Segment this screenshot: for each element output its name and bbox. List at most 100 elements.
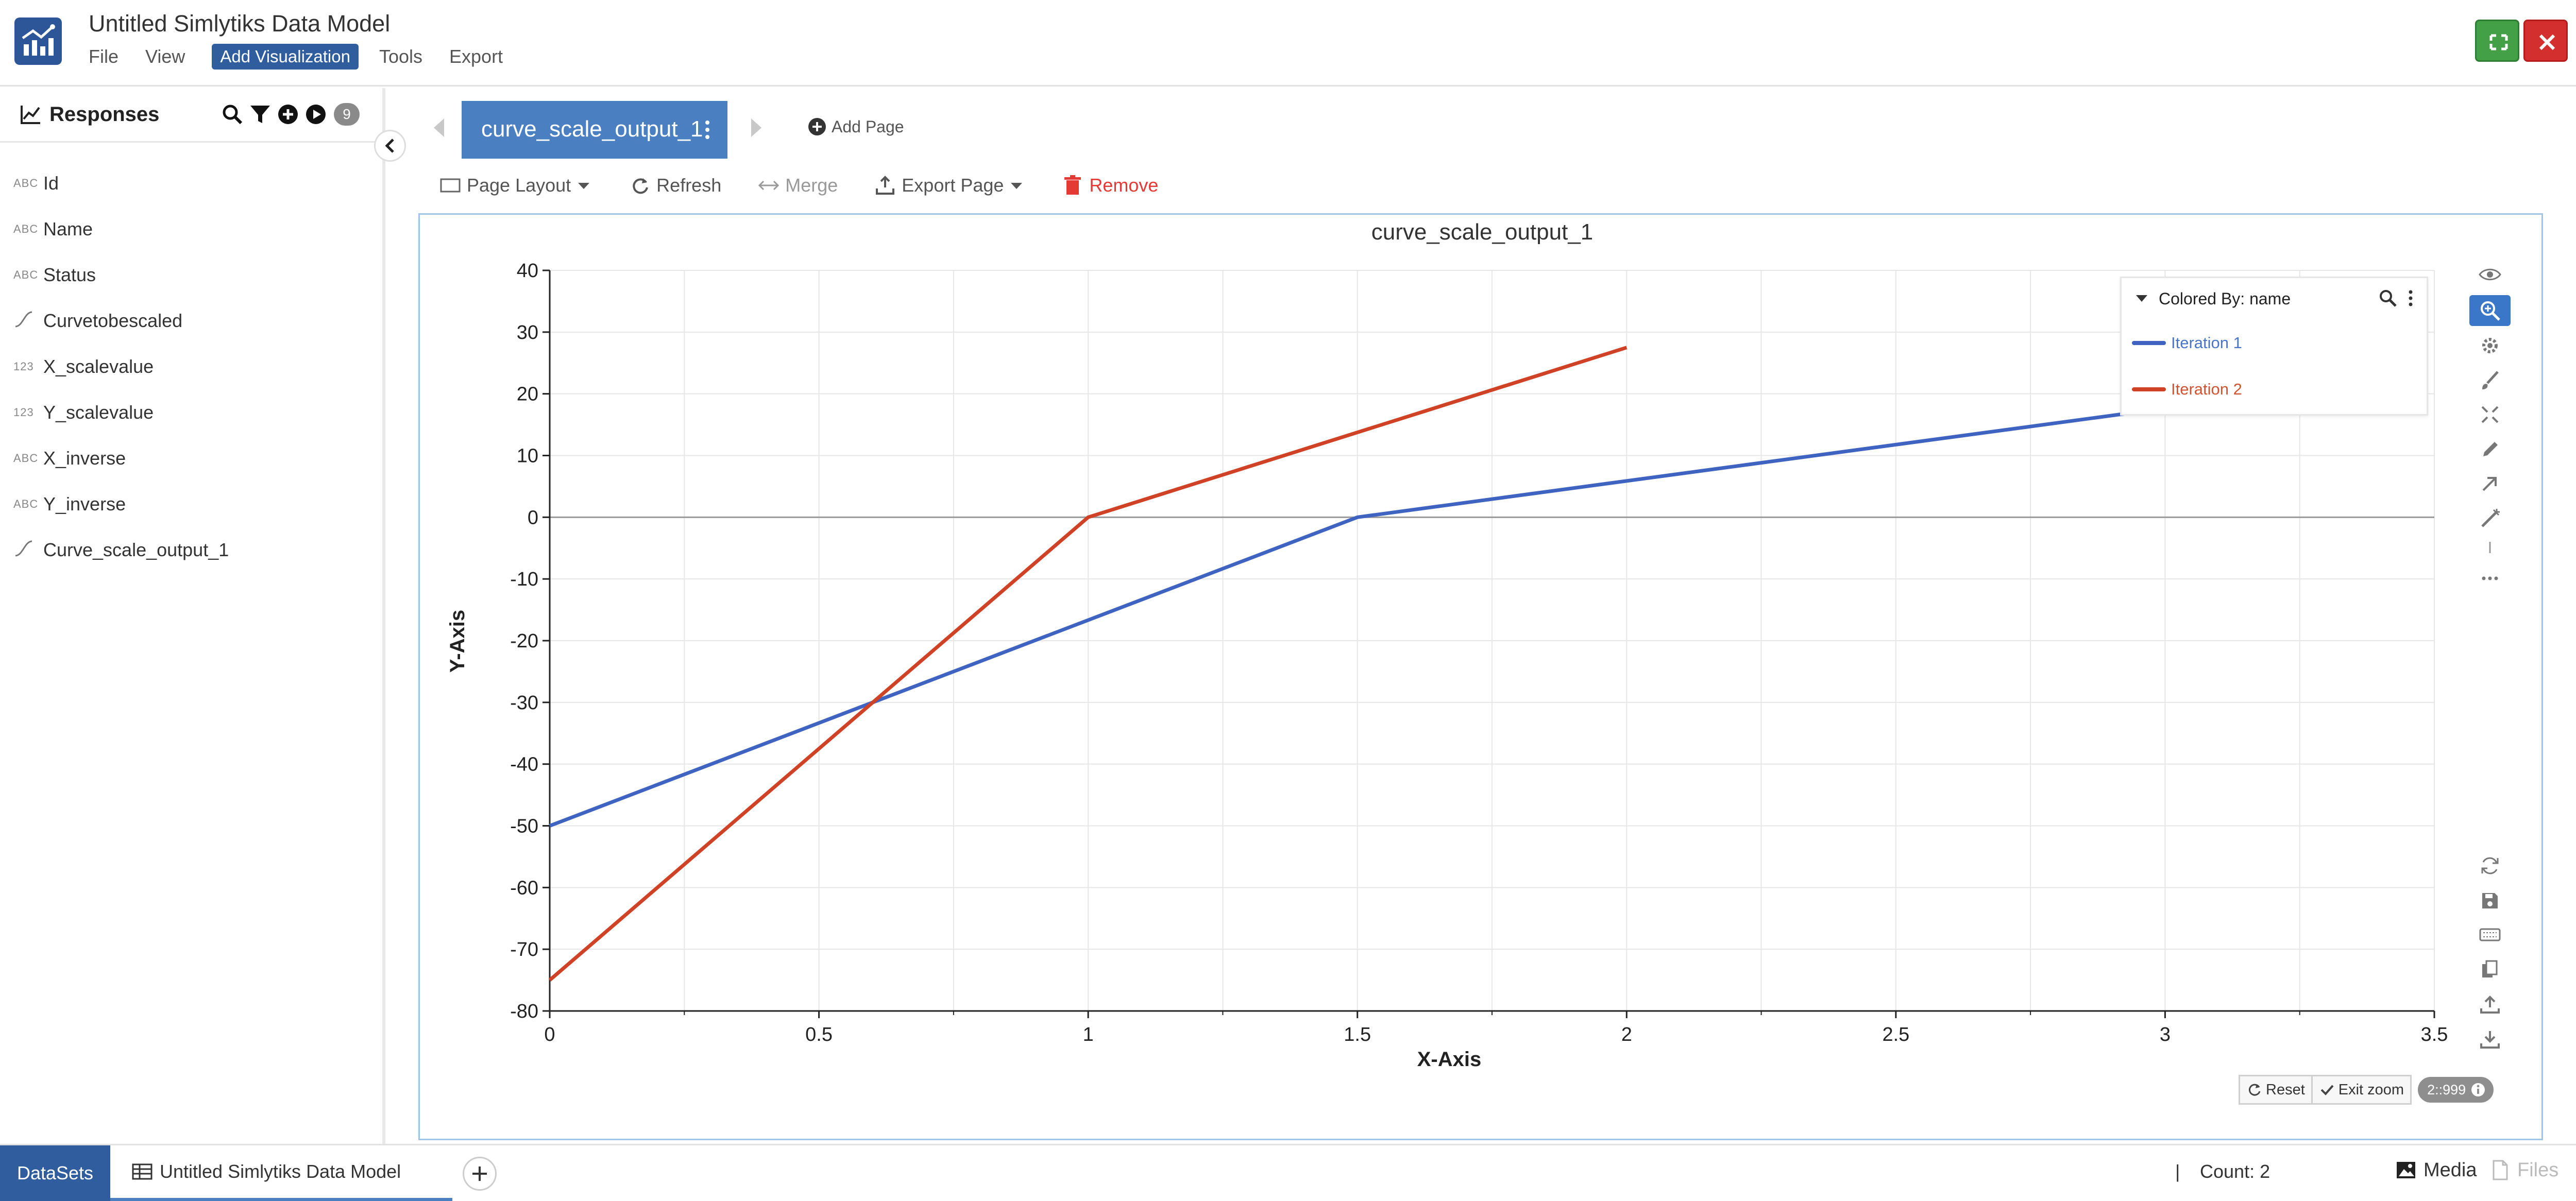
files-button[interactable]: Files xyxy=(2488,1159,2558,1181)
magic-tool-button[interactable] xyxy=(2469,503,2511,534)
field-item-y-scalevalue[interactable]: 123 Y_scalevalue xyxy=(0,389,381,435)
field-label: Y_scalevalue xyxy=(43,401,154,423)
chart-title: curve_scale_output_1 xyxy=(1371,219,1594,245)
merge-label: Merge xyxy=(785,175,838,196)
y-tick-label: -60 xyxy=(510,877,538,899)
data-model-tab-label: Untitled Simlytiks Data Model xyxy=(160,1161,401,1182)
field-item-curvetobescaled[interactable]: Curvetobescaled xyxy=(0,298,381,344)
row-range-badge[interactable]: 2::999 xyxy=(2418,1077,2494,1103)
datasets-tab[interactable]: DataSets xyxy=(0,1145,110,1201)
page-layout-button[interactable]: Page Layout xyxy=(439,174,592,197)
visualization-panel: curve_scale_output_1 0 0.5 1 1.5 2 2.5 3 3.5 -80… xyxy=(418,213,2543,1140)
sidebar-title: Responses xyxy=(18,101,159,127)
download-button[interactable] xyxy=(2469,1024,2511,1055)
exit-zoom-button[interactable]: Exit zoom xyxy=(2312,1075,2412,1105)
menu-export[interactable]: Export xyxy=(449,46,503,67)
field-item-x-inverse[interactable]: ABC X_inverse xyxy=(0,435,381,481)
save-button[interactable] xyxy=(2469,885,2511,916)
menu-file[interactable]: File xyxy=(89,46,118,67)
remove-page-button[interactable]: Remove xyxy=(1061,174,1158,197)
exit-zoom-label: Exit zoom xyxy=(2338,1081,2404,1098)
legend-swatch xyxy=(2132,387,2166,391)
plus-icon xyxy=(472,1166,487,1181)
y-tick-label: -20 xyxy=(510,630,538,652)
caret-down-icon xyxy=(1011,183,1023,189)
y-tick-label: 40 xyxy=(517,260,538,282)
remove-label: Remove xyxy=(1089,175,1159,196)
field-count-badge: 9 xyxy=(334,103,360,126)
zoom-tool-button[interactable] xyxy=(2469,295,2511,326)
field-label: Curve_scale_output_1 xyxy=(43,539,229,560)
text-type-icon: ABC xyxy=(13,176,39,190)
reset-zoom-button[interactable]: Reset xyxy=(2239,1075,2313,1105)
text-type-icon: ABC xyxy=(13,222,39,235)
save-icon xyxy=(2482,893,2498,908)
copy-button[interactable] xyxy=(2469,954,2511,985)
y-tick-label: -80 xyxy=(510,1001,538,1022)
refresh-button[interactable]: Refresh xyxy=(629,174,721,197)
sidebar-header: Responses 9 xyxy=(0,88,382,143)
collapse-sidebar-button[interactable] xyxy=(374,130,406,162)
keyboard-button[interactable] xyxy=(2469,919,2511,950)
arrow-tool-button[interactable] xyxy=(2469,468,2511,499)
fullscreen-button[interactable] xyxy=(2475,20,2519,62)
settings-button[interactable] xyxy=(2469,330,2511,361)
field-label: Curvetobescaled xyxy=(43,310,183,331)
chart-legend: Colored By: name Iteration 1 Iteration 2 xyxy=(2120,277,2428,416)
page-tab-menu-button[interactable] xyxy=(700,115,715,144)
edit-button[interactable] xyxy=(2469,434,2511,465)
more-button[interactable] xyxy=(2469,563,2511,594)
legend-title: Colored By: name xyxy=(2159,289,2291,308)
merge-button[interactable]: Merge xyxy=(757,174,838,197)
menu-add-visualization[interactable]: Add Visualization xyxy=(212,44,359,70)
field-item-y-inverse[interactable]: ABC Y_inverse xyxy=(0,481,381,527)
legend-item-iteration-2[interactable]: Iteration 2 xyxy=(2132,380,2242,399)
previous-page-button[interactable] xyxy=(429,114,449,141)
legend-label: Iteration 2 xyxy=(2171,380,2242,398)
menu-tools[interactable]: Tools xyxy=(379,46,422,67)
field-item-status[interactable]: ABC Status xyxy=(0,252,381,298)
add-tab-button[interactable] xyxy=(463,1157,497,1191)
x-tick-label: 2.5 xyxy=(1882,1024,1909,1045)
legend-item-iteration-1[interactable]: Iteration 1 xyxy=(2132,334,2242,352)
keyboard-icon xyxy=(2479,928,2501,941)
next-page-button[interactable] xyxy=(746,114,767,141)
download-icon xyxy=(2480,1031,2500,1049)
play-button[interactable] xyxy=(303,100,329,128)
y-tick-label: 30 xyxy=(517,322,538,344)
search-button[interactable] xyxy=(219,100,245,128)
field-item-name[interactable]: ABC Name xyxy=(0,206,381,252)
add-page-button[interactable]: Add Page xyxy=(807,116,904,137)
field-label: Name xyxy=(43,218,93,239)
filter-button[interactable] xyxy=(247,100,273,128)
brush-button[interactable] xyxy=(2469,365,2511,396)
refresh-icon xyxy=(633,178,649,194)
kebab-icon xyxy=(705,121,709,139)
upload-button[interactable] xyxy=(2469,989,2511,1020)
close-window-button[interactable] xyxy=(2523,20,2568,62)
field-item-id[interactable]: ABC Id xyxy=(0,160,381,206)
field-item-curve-scale-output-1[interactable]: Curve_scale_output_1 xyxy=(0,527,381,573)
field-label: Y_inverse xyxy=(43,493,126,514)
field-item-x-scalevalue[interactable]: 123 X_scalevalue xyxy=(0,344,381,389)
fit-button[interactable] xyxy=(2469,399,2511,430)
export-page-button[interactable]: Export Page xyxy=(874,174,1025,197)
menu-view[interactable]: View xyxy=(145,46,185,67)
page-layout-label: Page Layout xyxy=(467,175,571,196)
data-model-tab[interactable]: Untitled Simlytiks Data Model xyxy=(110,1145,452,1201)
caret-down-icon[interactable] xyxy=(2133,289,2150,307)
x-tick-label: 2 xyxy=(1621,1024,1632,1045)
caret-down-icon xyxy=(578,183,590,189)
field-label: X_scalevalue xyxy=(43,355,154,377)
zoom-controls: Reset Exit zoom 2::999 xyxy=(2239,1075,2494,1105)
visibility-button[interactable] xyxy=(2469,259,2511,290)
kebab-icon[interactable] xyxy=(2404,287,2417,309)
search-icon[interactable] xyxy=(2377,287,2399,309)
chart-series xyxy=(548,346,2273,982)
sync-button[interactable] xyxy=(2469,850,2511,881)
page-tab-curve-scale-output-1[interactable]: curve_scale_output_1 xyxy=(462,101,727,159)
gear-icon xyxy=(2482,338,2498,353)
add-field-button[interactable] xyxy=(275,100,301,128)
media-button[interactable]: Media xyxy=(2395,1159,2477,1181)
legend-label: Iteration 1 xyxy=(2171,334,2242,352)
